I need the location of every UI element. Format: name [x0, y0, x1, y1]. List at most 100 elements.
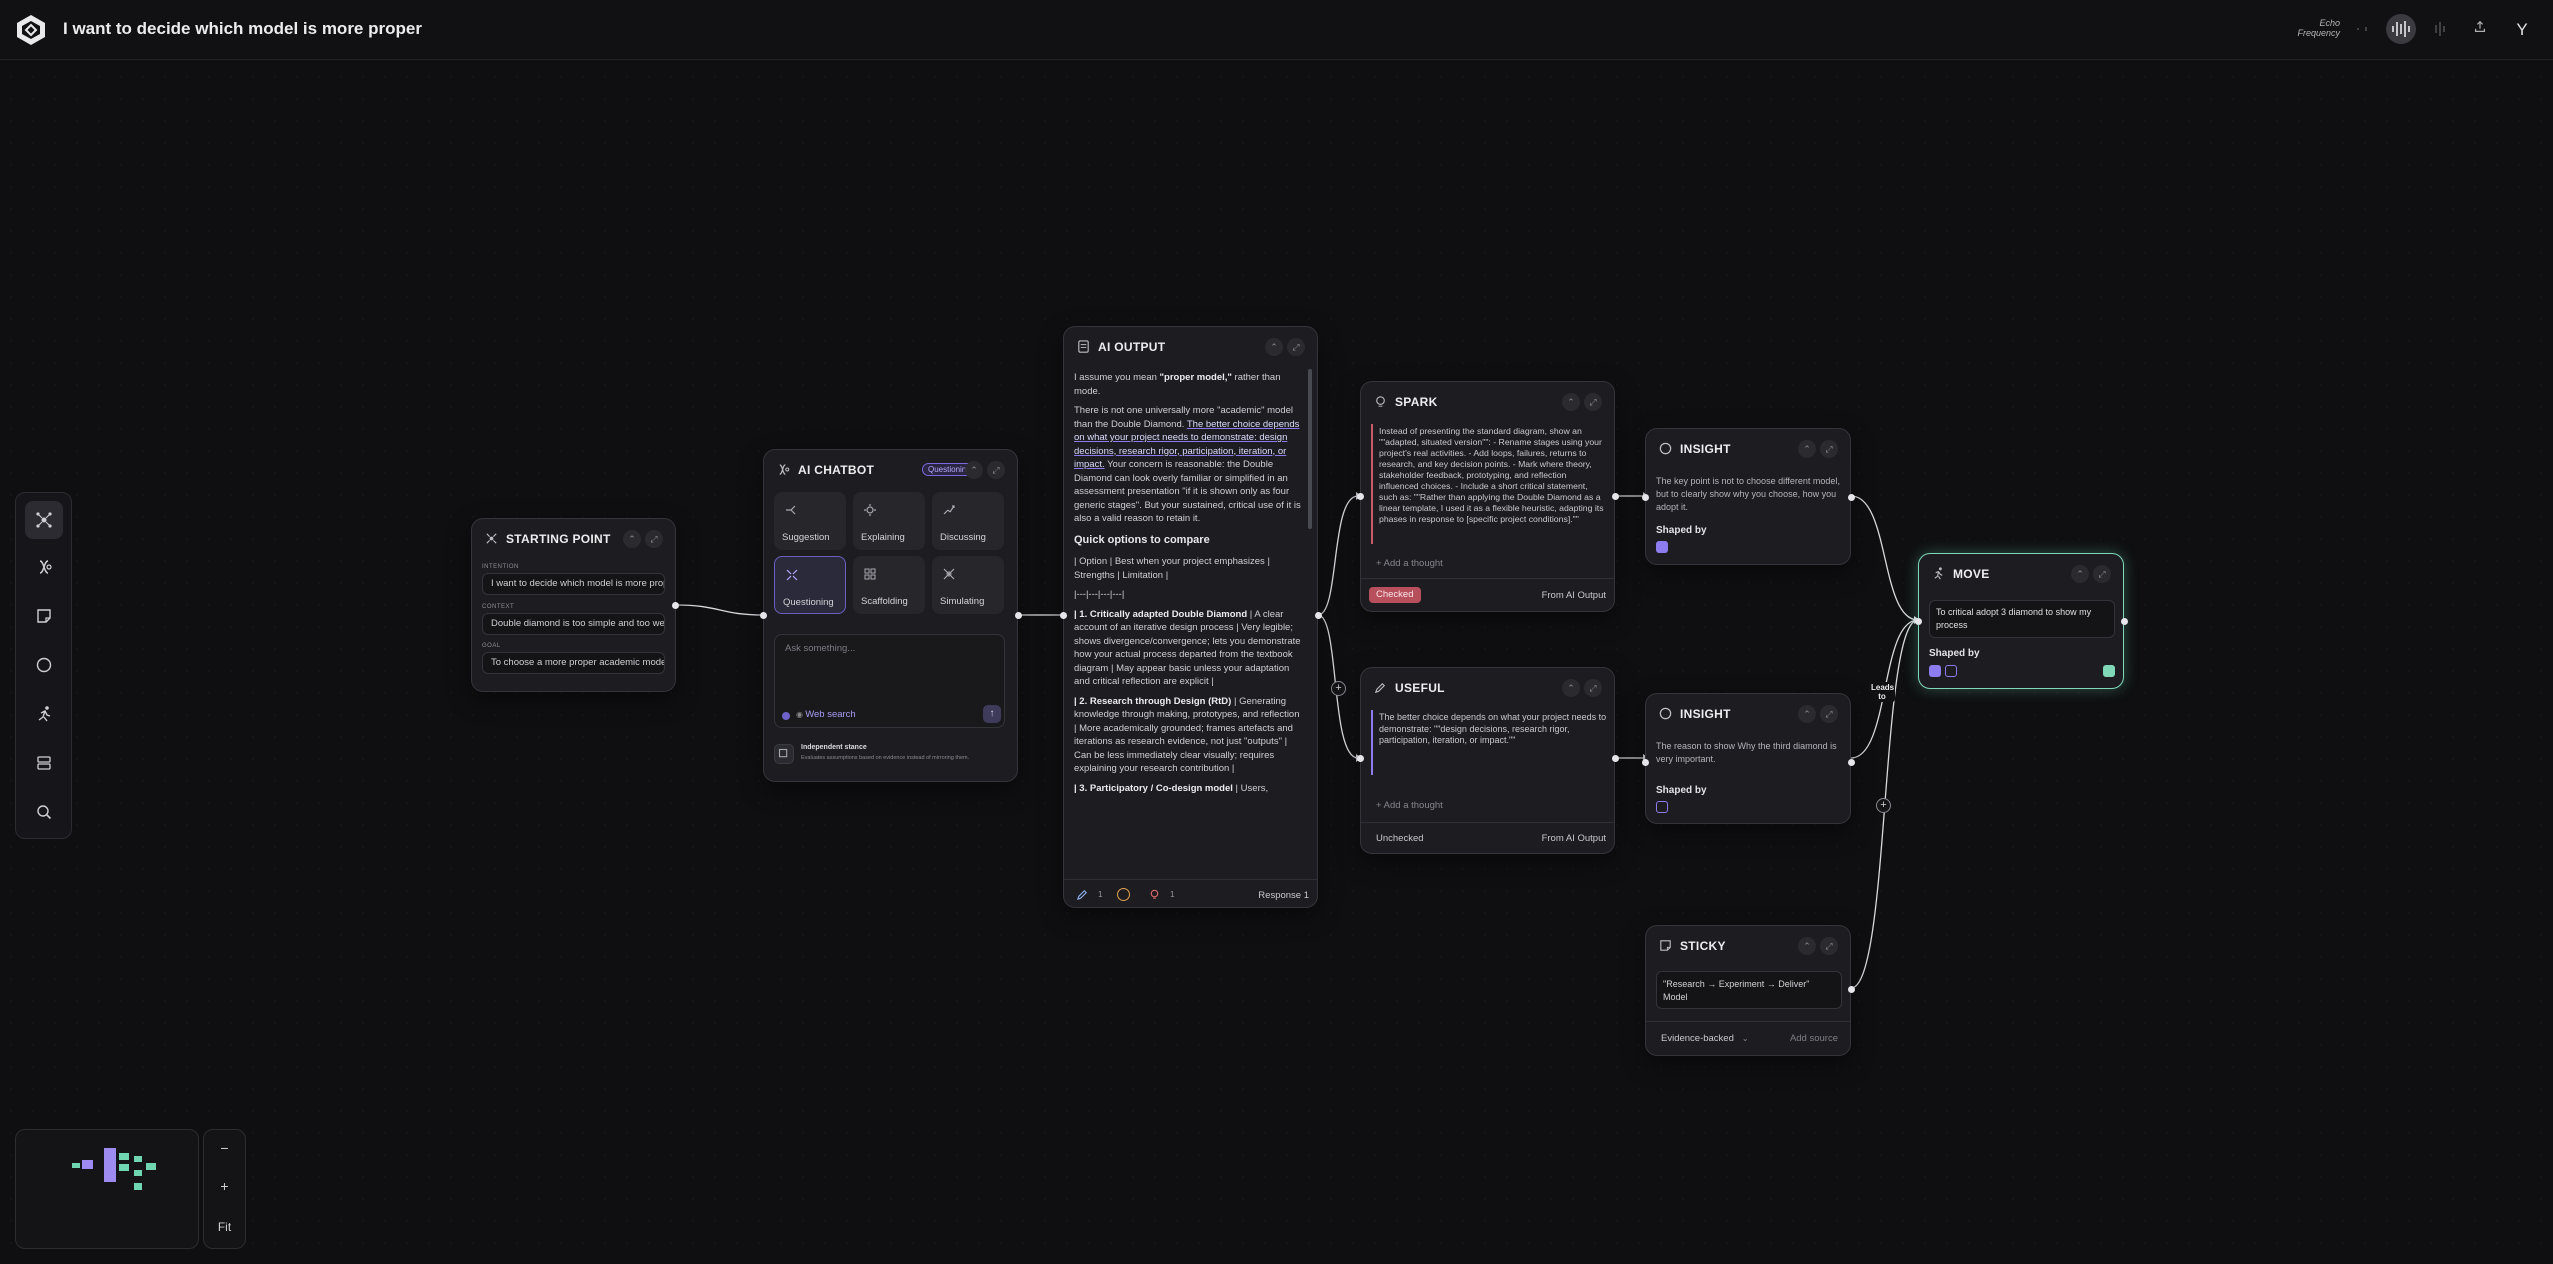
node-header: SPARK ⌃ ⤢	[1373, 392, 1602, 412]
input-port[interactable]	[1357, 493, 1364, 500]
sticky-text[interactable]: "Research → Experiment → Deliver" Model	[1663, 978, 1835, 1004]
app-logo-icon[interactable]	[14, 13, 48, 47]
user-avatar[interactable]: Y	[2508, 16, 2536, 44]
collapse-button[interactable]: ⌃	[965, 461, 983, 479]
mode-suggestion[interactable]: Suggestion	[774, 492, 846, 550]
mode-discussing[interactable]: Discussing	[932, 492, 1004, 550]
add-branch-button[interactable]: +	[1331, 681, 1346, 696]
model-dot-icon[interactable]	[782, 712, 790, 720]
mode-scaffolding[interactable]: Scaffolding	[853, 556, 925, 614]
useful-node[interactable]: USEFUL ⌃ ⤢ The better choice depends on …	[1357, 667, 1619, 854]
input-port[interactable]	[1642, 494, 1649, 501]
ask-input[interactable]: Ask something... ◉ Web search ↑	[774, 634, 1005, 728]
collapse-button[interactable]: ⌃	[2071, 565, 2089, 583]
lightbulb-icon	[1376, 396, 1385, 407]
expand-button[interactable]: ⤢	[1820, 440, 1838, 458]
web-search-toggle[interactable]: ◉ Web search	[796, 709, 856, 720]
expand-button[interactable]: ⤢	[1584, 393, 1602, 411]
tool-insight[interactable]	[25, 646, 63, 684]
move-text[interactable]: To critical adopt 3 diamond to show my p…	[1936, 606, 2110, 632]
insight-node[interactable]: INSIGHT ⌃ ⤢ The key point is not to choo…	[1642, 428, 1855, 565]
fit-view-button[interactable]: Fit	[204, 1220, 245, 1234]
tool-search[interactable]	[25, 793, 63, 831]
collapse-button[interactable]: ⌃	[1798, 440, 1816, 458]
add-thought-button[interactable]: + Add a thought	[1376, 558, 1443, 569]
minimap[interactable]	[15, 1129, 199, 1249]
output-port[interactable]	[1315, 612, 1322, 619]
spark-node[interactable]: SPARK ⌃ ⤢ Instead of presenting the stan…	[1357, 381, 1619, 612]
shaped-by-chip[interactable]	[1929, 665, 1941, 677]
scrollbar[interactable]	[1308, 369, 1312, 529]
intention-field[interactable]: I want to decide which model is more pro…	[482, 573, 665, 595]
expand-button[interactable]: ⤢	[987, 461, 1005, 479]
expand-button[interactable]: ⤢	[1584, 679, 1602, 697]
checked-status-toggle[interactable]: Checked	[1369, 587, 1421, 603]
shaped-by-chip[interactable]	[1656, 541, 1668, 553]
expand-button[interactable]: ⤢	[2093, 565, 2111, 583]
spark-count[interactable]: 1	[1148, 888, 1174, 906]
ai-chatbot-node[interactable]: AI CHATBOT Questioning ⌃ ⤢ Suggestion Ex…	[760, 449, 1022, 782]
insight-node[interactable]: INSIGHT ⌃ ⤢ The reason to show Why the t…	[1642, 693, 1855, 824]
collapse-button[interactable]: ⌃	[1562, 679, 1580, 697]
response-label: Response 1	[1258, 890, 1309, 901]
input-port[interactable]	[1642, 759, 1649, 766]
reaction-icon[interactable]	[1117, 888, 1130, 901]
input-port[interactable]	[760, 612, 767, 619]
tool-move[interactable]	[25, 695, 63, 733]
zoom-in-button[interactable]: +	[204, 1178, 245, 1194]
shaped-by-chip[interactable]	[1656, 801, 1668, 813]
expand-button[interactable]: ⤢	[645, 530, 663, 548]
tool-group[interactable]	[25, 744, 63, 782]
output-port[interactable]	[2121, 618, 2128, 625]
context-field[interactable]: Double diamond is too simple and too wel…	[482, 613, 665, 635]
share-upload-icon[interactable]	[2468, 17, 2492, 41]
output-port[interactable]	[1848, 759, 1855, 766]
add-thought-button[interactable]: + Add a thought	[1376, 800, 1443, 811]
stance-icon[interactable]	[774, 744, 794, 764]
output-port[interactable]	[1015, 612, 1022, 619]
collapse-button[interactable]: ⌃	[1798, 705, 1816, 723]
input-port[interactable]	[1060, 612, 1067, 619]
move-status-indicator[interactable]	[2103, 665, 2115, 677]
node-title: SPARK	[1395, 395, 1438, 409]
node-header: AI CHATBOT Questioning ⌃ ⤢	[776, 460, 1005, 480]
collapse-button[interactable]: ⌃	[1265, 338, 1283, 356]
echo-frequency-waves[interactable]	[2352, 12, 2452, 46]
input-port[interactable]	[1357, 755, 1364, 762]
evidence-select[interactable]: Evidence-backed ⌄	[1661, 1033, 1749, 1044]
collapse-button[interactable]: ⌃	[623, 530, 641, 548]
input-port[interactable]	[1915, 618, 1922, 625]
tool-sticky[interactable]	[25, 597, 63, 635]
send-button[interactable]: ↑	[983, 705, 1001, 723]
edit-count[interactable]: 1	[1076, 888, 1102, 906]
output-port[interactable]	[1612, 493, 1619, 500]
goal-field[interactable]: To choose a more proper academic model	[482, 652, 665, 674]
zoom-controls: − + Fit	[203, 1129, 246, 1249]
move-node[interactable]: MOVE ⌃ ⤢ To critical adopt 3 diamond to …	[1915, 553, 2128, 689]
mode-questioning[interactable]: Questioning	[774, 556, 846, 614]
expand-button[interactable]: ⤢	[1287, 338, 1305, 356]
output-port[interactable]	[1848, 494, 1855, 501]
expand-button[interactable]: ⤢	[1820, 937, 1838, 955]
source-label: From AI Output	[1541, 833, 1606, 844]
add-branch-button[interactable]: +	[1876, 798, 1891, 813]
output-port[interactable]	[672, 602, 679, 609]
sticky-node[interactable]: STICKY ⌃ ⤢ "Research → Experiment → Deli…	[1645, 925, 1855, 1056]
output-port[interactable]	[1848, 986, 1855, 993]
unchecked-status-toggle[interactable]: Unchecked	[1376, 833, 1424, 844]
sticky-note-icon	[37, 609, 51, 623]
starting-point-node[interactable]: STARTING POINT ⌃ ⤢ INTENTION I want to d…	[471, 518, 679, 692]
shaped-by-chip[interactable]	[1945, 665, 1957, 677]
zoom-out-button[interactable]: −	[204, 1140, 245, 1156]
ai-output-node[interactable]: AI OUTPUT ⌃ ⤢ I assume you mean "proper …	[1060, 326, 1322, 908]
mode-explaining[interactable]: Explaining	[853, 492, 925, 550]
tool-ai-chatbot[interactable]	[25, 548, 63, 586]
output-port[interactable]	[1612, 755, 1619, 762]
expand-button[interactable]: ⤢	[1820, 705, 1838, 723]
mode-grid: Suggestion Explaining Discussing Questio…	[774, 492, 1004, 628]
collapse-button[interactable]: ⌃	[1562, 393, 1580, 411]
add-source-button[interactable]: Add source	[1790, 1033, 1838, 1044]
tool-starting-point[interactable]	[25, 501, 63, 539]
collapse-button[interactable]: ⌃	[1798, 937, 1816, 955]
mode-simulating[interactable]: Simulating	[932, 556, 1004, 614]
